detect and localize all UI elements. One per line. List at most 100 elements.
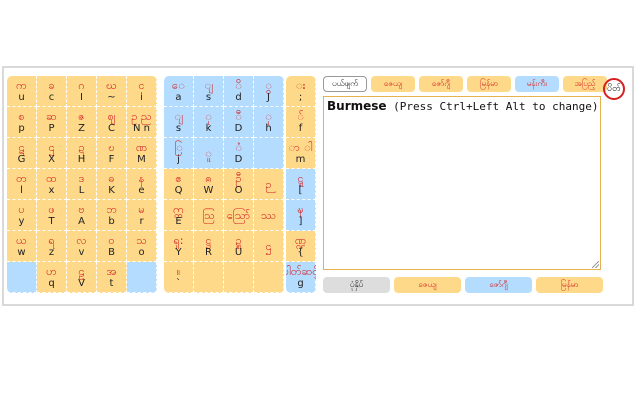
font-select-button[interactable]: ဇေယျ [371, 76, 415, 92]
consonant-key[interactable]: လv [67, 231, 97, 262]
consonant-key[interactable]: နe [127, 169, 157, 200]
vowel-key[interactable]: ဌ [254, 231, 284, 262]
bottom-action-button[interactable]: ဇော်ဂျီ [465, 277, 532, 293]
consonant-key[interactable]: ဆP [37, 107, 67, 138]
symbol-key[interactable]: ပါတ်ဆင့်g [286, 262, 316, 293]
vowel-key[interactable]: ဦO [224, 169, 254, 200]
vowel-key[interactable]: ။ ` [164, 262, 194, 293]
vowel-key[interactable]: ဿ [254, 200, 284, 231]
font-select-button[interactable]: ပယ်ဖျက် [323, 76, 367, 92]
vowel-key[interactable]: ံ D [224, 138, 254, 169]
consonant-key[interactable]: ဏM [127, 138, 157, 169]
vowel-key[interactable]: ဩ [194, 200, 224, 231]
vowel-key[interactable]: ဧQ [164, 169, 194, 200]
consonant-key[interactable]: ဓK [97, 169, 127, 200]
symbol-key[interactable]: ာ ါ m [286, 138, 316, 169]
vowel-key[interactable]: ျ s [194, 76, 224, 107]
bottom-action-button[interactable]: ပုံနှိပ် [323, 277, 390, 293]
key-latin-char: f [298, 122, 303, 134]
key-burmese-char: ဎ [108, 140, 115, 154]
key-latin-char: e [138, 184, 145, 196]
editor-textarea[interactable] [324, 113, 604, 273]
key-burmese-char: ှ [265, 109, 272, 123]
vowel-key[interactable]: ဋ္ဌ R [194, 231, 224, 262]
consonant-key[interactable]: ဝB [97, 231, 127, 262]
consonant-key[interactable]: ဖT [37, 200, 67, 231]
consonant-key[interactable]: ဌX [37, 138, 67, 169]
vowel-key[interactable]: ဪ [224, 200, 254, 231]
key-latin-char: T [48, 215, 55, 227]
consonant-key[interactable]: ဂI [67, 76, 97, 107]
vowel-key[interactable]: ဣE [164, 200, 194, 231]
symbol-key[interactable]: ် f [286, 107, 316, 138]
symbol-panel: း;်fာ ါmဋ္ဋ[ဍ္ဎ]ဏ္ဍ{ပါတ်ဆင့်g [286, 76, 316, 293]
key-burmese-char: ဠ [78, 264, 85, 278]
key-latin-char: s [205, 91, 212, 103]
consonant-key[interactable]: ဃ ~ [97, 76, 127, 107]
vowel-key[interactable]: ိ d [224, 76, 254, 107]
consonant-key[interactable]: ဥ ညN n [127, 107, 157, 138]
consonant-key[interactable]: ဘb [97, 200, 127, 231]
consonant-key[interactable]: ကu [7, 76, 37, 107]
vowel-key[interactable]: ု k [194, 107, 224, 138]
vowel-key[interactable]: ဍ္ဍ U [224, 231, 254, 262]
key-burmese-char: ူ [205, 146, 212, 160]
consonant-key[interactable]: ဍH [67, 138, 97, 169]
key-burmese-char: ဟ [46, 264, 57, 278]
key-latin-char: ` [176, 277, 181, 289]
font-select-button[interactable]: မြန်မာ [467, 76, 511, 92]
consonant-key[interactable]: ဈC [97, 107, 127, 138]
consonant-key[interactable]: စp [7, 107, 37, 138]
key-latin-char: J [267, 91, 270, 103]
consonant-key[interactable]: သo [127, 231, 157, 262]
vowel-key[interactable]: ြ j [164, 138, 194, 169]
resize-handle-icon[interactable] [592, 261, 599, 268]
consonant-key[interactable]: တl [7, 169, 37, 200]
bottom-action-button[interactable]: မြန်မာ [536, 277, 603, 293]
key-burmese-char: ဇ [78, 109, 85, 123]
key-latin-char: K [108, 184, 115, 196]
consonant-key[interactable]: ဗA [67, 200, 97, 231]
consonant-key[interactable]: ပy [7, 200, 37, 231]
vowel-key[interactable]: ှ h [254, 107, 284, 138]
vowel-key[interactable]: ျ s [164, 107, 194, 138]
consonant-key[interactable]: ဒL [67, 169, 97, 200]
key-burmese-char: ဋ [18, 140, 25, 154]
key-burmese-char: င [138, 78, 145, 92]
vowel-key[interactable]: ဉ [254, 169, 284, 200]
key-burmese-char: ွ [265, 78, 272, 92]
consonant-key[interactable]: အt [97, 262, 127, 293]
vowel-key[interactable]: ွ J [254, 76, 284, 107]
vowel-key[interactable]: ရှ: Y [164, 231, 194, 262]
consonant-key[interactable]: မr [127, 200, 157, 231]
font-select-button[interactable]: ဇော်ဂျီ [419, 76, 463, 92]
consonant-key[interactable]: ဋG [7, 138, 37, 169]
consonant-key[interactable]: ရz [37, 231, 67, 262]
vowel-key[interactable]: ေ a [164, 76, 194, 107]
consonant-key[interactable]: ဠV [67, 262, 97, 293]
consonant-key[interactable]: ခc [37, 76, 67, 107]
vowel-key[interactable]: ီ D [224, 107, 254, 138]
key-burmese-char: ရ [48, 233, 55, 247]
key-latin-char: t [109, 277, 114, 289]
vowel-key[interactable]: ၐW [194, 169, 224, 200]
consonant-key[interactable]: ငi [127, 76, 157, 107]
bottom-action-button[interactable]: ဇေယျ [394, 277, 461, 293]
symbol-key[interactable]: ဍ္ဎ] [286, 200, 316, 231]
consonant-key[interactable]: ဇZ [67, 107, 97, 138]
consonant-key[interactable]: ထx [37, 169, 67, 200]
close-button[interactable]: ပိတ် [603, 78, 625, 100]
vowel-key[interactable]: ူ [194, 138, 224, 169]
symbol-key[interactable]: ဏ္ဍ{ [286, 231, 316, 262]
key-burmese-char: ိ [235, 78, 242, 92]
key-burmese-char: ဋ္ဋ [297, 171, 304, 185]
consonant-key[interactable]: ဟq [37, 262, 67, 293]
font-select-button[interactable]: အပြည့် [563, 76, 607, 92]
key-latin-char: { [297, 246, 304, 258]
consonant-key[interactable]: ဎF [97, 138, 127, 169]
consonant-key[interactable]: ယw [7, 231, 37, 262]
key-latin-char: d [235, 91, 242, 103]
symbol-key[interactable]: း; [286, 76, 316, 107]
symbol-key[interactable]: ဋ္ဋ[ [286, 169, 316, 200]
font-select-button[interactable]: မန်းကီး [515, 76, 559, 92]
